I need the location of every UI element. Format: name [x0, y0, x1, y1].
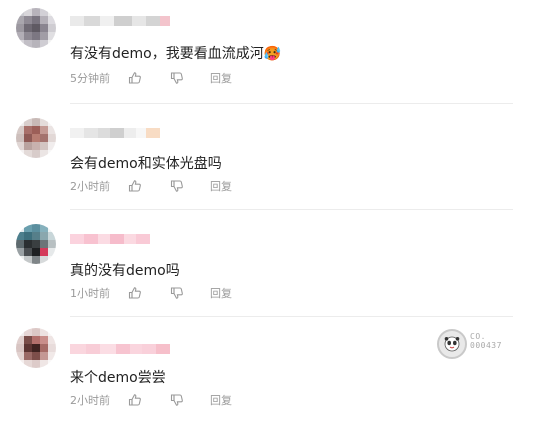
thumbs-up-icon[interactable] [128, 286, 142, 300]
badge-line: 000437 [470, 341, 502, 350]
comment-meta: 1小时前 回复 [70, 285, 232, 301]
comment-time: 5分钟前 [70, 72, 110, 85]
comment-text: 会有demo和实体光盘吗 [70, 156, 222, 172]
username-redacted[interactable] [70, 344, 170, 354]
comment-text: 有没有demo，我要看血流成河🥵 [70, 46, 282, 62]
thumbs-up-icon[interactable] [128, 393, 142, 407]
avatar[interactable] [16, 328, 56, 368]
comment-item: 会有demo和实体光盘吗 2小时前 回复 [0, 108, 550, 213]
comment-time: 2小时前 [70, 394, 110, 407]
avatar[interactable] [16, 118, 56, 158]
reply-button[interactable]: 回复 [210, 392, 232, 408]
reply-button[interactable]: 回复 [210, 70, 232, 86]
panda-badge-icon [437, 329, 467, 359]
avatar[interactable] [16, 224, 56, 264]
comment-text: 来个demo尝尝 [70, 370, 166, 386]
comment-item: 真的没有demo吗 1小时前 回复 [0, 214, 550, 319]
comment-item: 有没有demo，我要看血流成河🥵 5分钟前 回复 [0, 0, 550, 105]
divider [70, 316, 513, 317]
reply-button[interactable]: 回复 [210, 285, 232, 301]
avatar[interactable] [16, 8, 56, 48]
thumbs-down-icon[interactable] [170, 393, 184, 407]
username-redacted[interactable] [70, 234, 150, 244]
thumbs-down-icon[interactable] [170, 179, 184, 193]
badge-line: CO. [470, 332, 486, 341]
username-redacted[interactable] [70, 128, 160, 138]
comment-meta: 2小时前 回复 [70, 392, 232, 408]
reply-button[interactable]: 回复 [210, 178, 232, 194]
divider [70, 209, 513, 210]
comment-item: 来个demo尝尝 2小时前 回复 [0, 320, 550, 425]
comment-meta: 2小时前 回复 [70, 178, 232, 194]
thumbs-up-icon[interactable] [128, 179, 142, 193]
thumbs-up-icon[interactable] [128, 71, 142, 85]
badge-label: CO. 000437 [470, 332, 502, 350]
comment-meta: 5分钟前 回复 [70, 70, 232, 86]
comment-text: 真的没有demo吗 [70, 263, 180, 279]
username-redacted[interactable] [70, 16, 170, 26]
thumbs-down-icon[interactable] [170, 71, 184, 85]
comment-time: 1小时前 [70, 287, 110, 300]
divider [70, 103, 513, 104]
comment-time: 2小时前 [70, 180, 110, 193]
thumbs-down-icon[interactable] [170, 286, 184, 300]
